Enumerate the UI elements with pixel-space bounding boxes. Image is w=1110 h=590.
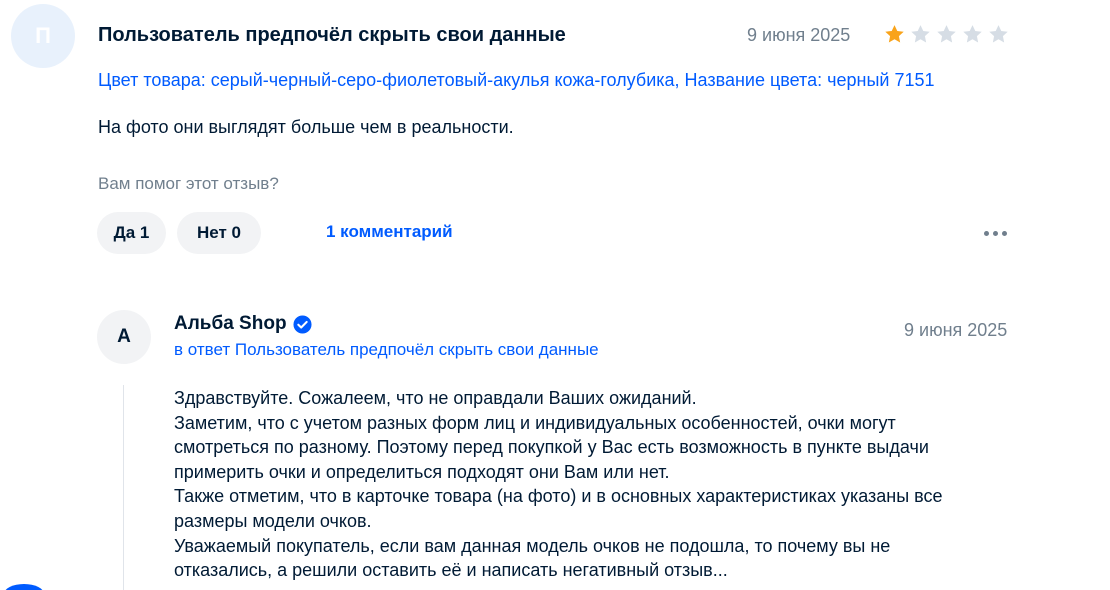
reply-text-line: Также отметим, что в карточке товара (на… <box>174 486 943 507</box>
reply-text-line: Уважаемый покупатель, если вам данная мо… <box>174 535 891 556</box>
reply-to-link[interactable]: в ответ Пользователь предпочёл скрыть св… <box>174 340 599 360</box>
reply-text-line: отказались, а решили оставить её и напис… <box>174 560 728 581</box>
star-filled-icon <box>885 25 904 43</box>
review-author-name: Пользователь предпочёл скрыть свои данны… <box>98 24 566 46</box>
reply-text-line: Заметим, что с учетом разных форм лиц и … <box>174 412 896 433</box>
verified-badge-icon <box>293 314 312 334</box>
star-empty-icon <box>937 25 956 43</box>
shop-header: Альба Shop <box>174 313 312 335</box>
rating-stars <box>883 23 1010 46</box>
star-empty-icon <box>911 25 930 43</box>
review-page: П Пользователь предпочёл скрыть свои дан… <box>0 0 1110 590</box>
user-avatar: П <box>11 4 75 68</box>
vote-no-label: Нет 0 <box>196 223 241 242</box>
review-text: На фото они выглядят больше чем в реальн… <box>98 117 514 137</box>
shop-avatar-letter: А <box>117 326 131 347</box>
shop-avatar: А <box>97 310 151 364</box>
reply-date: 9 июня 2025 <box>904 320 1008 340</box>
vote-no-button[interactable]: Нет 0 <box>177 212 261 254</box>
product-variant-link[interactable]: Цвет товара: серый-черный-серо-фиолетовы… <box>98 70 934 91</box>
star-empty-icon <box>989 25 1008 43</box>
star-empty-icon <box>963 25 982 43</box>
partial-floating-button[interactable] <box>4 584 44 590</box>
helpful-question: Вам помог этот отзыв? <box>98 174 279 193</box>
more-options-icon[interactable] <box>978 222 1012 244</box>
reply-text-line: примерить очки и определиться подходят о… <box>174 461 670 482</box>
more-dot <box>1001 230 1007 236</box>
reply-text-line: смотреться по разному. Поэтому перед пок… <box>174 437 929 458</box>
reply-text-line: Здравствуйте. Сожалеем, что не оправдали… <box>174 388 697 408</box>
user-avatar-letter: П <box>35 23 51 48</box>
vote-yes-label: Да 1 <box>113 223 150 242</box>
review-date: 9 июня 2025 <box>747 25 851 45</box>
shop-name: Альба Shop <box>174 313 287 334</box>
more-dot <box>992 230 998 236</box>
reply-text: Здравствуйте. Сожалеем, что не оправдали… <box>174 386 1034 583</box>
reply-text-line: размеры модели очков. <box>174 510 372 531</box>
vote-yes-button[interactable]: Да 1 <box>97 212 166 254</box>
comments-link[interactable]: 1 комментарий <box>326 222 453 242</box>
more-dot <box>983 230 989 236</box>
thread-divider <box>123 385 124 590</box>
